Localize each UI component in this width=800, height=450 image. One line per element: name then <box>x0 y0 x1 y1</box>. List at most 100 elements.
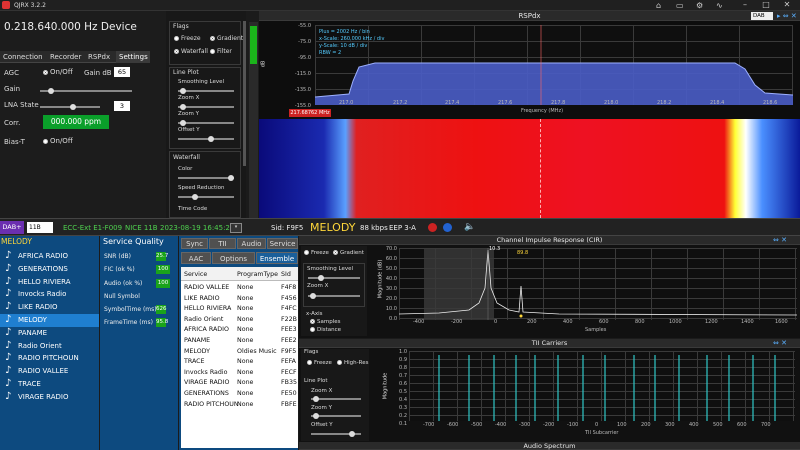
table-row[interactable]: AFRICA RADIO None FEE3 <box>181 325 298 336</box>
tab-recorder[interactable]: Recorder <box>50 53 81 61</box>
service-list-item[interactable]: ♪ VIRAGE RADIO <box>0 391 99 404</box>
table-row[interactable]: GENERATIONS None FE50 <box>181 389 298 400</box>
offset-y-slider[interactable] <box>178 136 234 142</box>
cir-panel-controls-icon[interactable]: ⇔ ✕ <box>773 236 787 244</box>
tab-options[interactable]: Options <box>212 252 255 264</box>
panel-controls-icon[interactable]: ▸ ⇔ ✕ <box>777 12 797 20</box>
freeze-radio[interactable]: Freeze <box>174 35 201 42</box>
channel-select[interactable]: 11B <box>27 222 53 233</box>
y-tick: 0.4 <box>399 397 407 403</box>
x-tick: 100 <box>617 422 627 428</box>
gain-db-field[interactable]: 65 <box>114 67 130 77</box>
minimize-icon[interactable]: – <box>736 0 754 11</box>
maximize-icon[interactable]: □ <box>757 0 775 11</box>
cir-plot[interactable]: 10.3 89.8 <box>399 246 797 320</box>
samples-radio[interactable]: Samples <box>310 319 341 325</box>
cir-zoom-x-slider[interactable] <box>308 293 360 299</box>
table-row[interactable]: Invocks Radio None FECF <box>181 368 298 379</box>
zoom-x-slider[interactable] <box>178 104 234 110</box>
tab-aac[interactable]: AAC <box>181 252 211 264</box>
smoothing-slider[interactable] <box>178 88 234 94</box>
tii-xlabel: TII Subcarrier <box>585 430 619 436</box>
sync-icon[interactable] <box>443 223 452 232</box>
waterfall-radio[interactable]: Waterfall <box>174 48 208 55</box>
tii-zoom-y-slider[interactable] <box>311 413 361 419</box>
mode-select[interactable]: DAB <box>751 12 773 20</box>
service-list-item[interactable]: ♪ LIKE RADIO <box>0 301 99 314</box>
cir-smoothing-slider[interactable] <box>308 275 360 281</box>
tii-panel-controls-icon[interactable]: ⇔ ✕ <box>773 339 787 347</box>
cell-service: RADIO VALLEE <box>184 284 230 291</box>
wave-icon[interactable]: ∿ <box>716 1 723 10</box>
tab-service[interactable]: Service <box>267 238 298 249</box>
x-tick: -700 <box>423 422 435 428</box>
cell-service: MELODY <box>184 347 211 355</box>
speed-slider[interactable] <box>178 194 234 200</box>
zoom-y-label: Zoom Y <box>178 111 199 117</box>
service-list-item[interactable]: ♪ HELLO RIVIERA <box>0 276 99 289</box>
quality-label: SNR (dB) <box>104 253 131 260</box>
gain-slider[interactable] <box>40 88 132 94</box>
x-tick: 600 <box>599 319 609 325</box>
waterfall-marker <box>540 119 541 218</box>
cir-freeze-radio[interactable]: Freeze <box>304 250 329 256</box>
lna-field[interactable]: 3 <box>114 101 130 111</box>
tab-sync[interactable]: Sync <box>181 238 208 249</box>
settings-scrollbar[interactable] <box>243 21 246 166</box>
service-list-item[interactable]: ♪ AFRICA RADIO <box>0 250 99 263</box>
table-row[interactable]: LIKE RADIO None F456 <box>181 294 298 305</box>
service-list-item[interactable]: ♪ GENERATIONS <box>0 263 99 276</box>
tii-offset-y-slider[interactable] <box>311 431 361 437</box>
table-row[interactable]: RADIO VALLEE None F4F8 <box>181 283 298 294</box>
tab-tii[interactable]: TII <box>209 238 236 249</box>
settings-icon[interactable]: ⚙ <box>696 1 703 10</box>
tii-plot[interactable] <box>409 351 795 421</box>
tab-ensemble[interactable]: Ensemble <box>256 252 298 264</box>
app-logo-icon <box>2 1 10 9</box>
service-list-item[interactable]: ♪ MELODY <box>0 313 99 327</box>
service-list-item[interactable]: ♪ TRACE <box>0 378 99 391</box>
record-icon[interactable] <box>428 223 437 232</box>
tab-rspdx[interactable]: RSPdx <box>88 53 110 61</box>
service-list-item[interactable]: ♪ RADIO PITCHOUN <box>0 352 99 365</box>
close-icon[interactable]: ✕ <box>778 0 796 11</box>
cell-sid: F4FC <box>281 305 297 313</box>
column-header-sid[interactable]: SId <box>281 271 291 278</box>
table-row[interactable]: RADIO PITCHOUN None FBFE <box>181 400 298 411</box>
tab-audio[interactable]: Audio <box>237 238 266 249</box>
biast-radio[interactable]: On/Off <box>43 137 73 145</box>
gradient-radio[interactable]: Gradient <box>210 35 243 42</box>
table-row[interactable]: PANAME None FEE2 <box>181 336 298 347</box>
lna-slider[interactable] <box>40 104 100 110</box>
waterfall-display[interactable] <box>259 119 800 218</box>
cir-gradient-radio[interactable]: Gradient <box>333 250 364 256</box>
table-row[interactable]: Radio Orient None F22B <box>181 315 298 326</box>
tii-highres-radio[interactable]: High-Res <box>337 360 368 366</box>
service-list-item[interactable]: ♪ PANAME <box>0 327 99 340</box>
home-icon[interactable]: ⌂ <box>656 1 661 10</box>
filter-radio[interactable]: Filter <box>210 48 232 55</box>
agc-checkbox[interactable]: On/Off <box>43 68 73 76</box>
tab-connection[interactable]: Connection <box>3 53 43 61</box>
column-header-service[interactable]: Service <box>184 271 207 278</box>
table-row[interactable]: MELODY Oldies Music F9F5 <box>181 347 298 358</box>
zoom-y-slider[interactable] <box>178 120 234 126</box>
dropdown-button[interactable]: ▾ <box>230 223 242 233</box>
service-list-item[interactable]: ♪ Invocks Radio <box>0 288 99 301</box>
column-header-programtype[interactable]: ProgramType <box>237 271 278 278</box>
table-row[interactable]: HELLO RIVIERA None F4FC <box>181 304 298 315</box>
info-line: Plus = 2002 Hz / bin <box>319 29 370 35</box>
spectrum-plot[interactable]: Plus = 2002 Hz / bin x-Scale: 260,000 kH… <box>315 25 793 105</box>
table-row[interactable]: VIRAGE RADIO None FB35 <box>181 378 298 389</box>
tii-zoom-x-slider[interactable] <box>311 396 361 402</box>
folder-icon[interactable]: ▭ <box>676 1 684 10</box>
distance-radio[interactable]: Distance <box>310 327 341 333</box>
tab-settings[interactable]: Settings <box>119 53 148 61</box>
color-slider[interactable] <box>178 175 234 181</box>
color-label: Color <box>178 166 193 172</box>
service-list-item[interactable]: ♪ RADIO VALLEE <box>0 365 99 378</box>
speaker-icon[interactable]: 🔈 <box>464 222 475 232</box>
table-row[interactable]: TRACE None FEFA <box>181 357 298 368</box>
service-list-item[interactable]: ♪ Radio Orient <box>0 340 99 353</box>
tii-freeze-radio[interactable]: Freeze <box>307 360 332 366</box>
